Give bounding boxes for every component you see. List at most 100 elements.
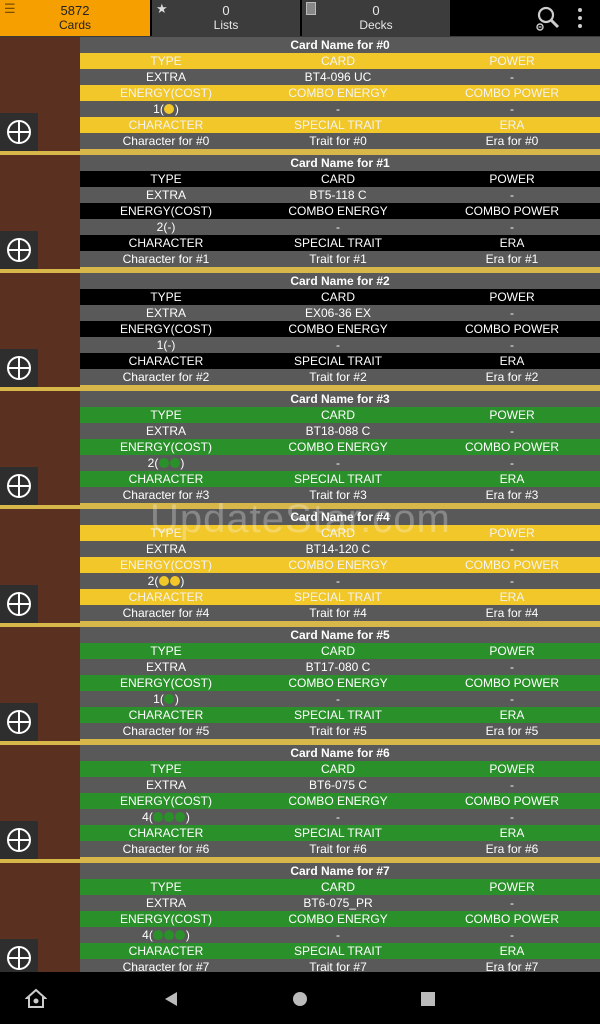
- card-list-item[interactable]: Card Name for #5 TYPE CARD POWER EXTRA BT17-0…: [0, 627, 600, 743]
- power-value: -: [510, 778, 514, 792]
- add-card-button[interactable]: [0, 467, 38, 505]
- tab-decks-label: Decks: [359, 18, 393, 32]
- card-list-item[interactable]: Card Name for #1 TYPE CARD POWER EXTRA BT5-11…: [0, 155, 600, 271]
- energy-cost: 4(: [142, 810, 153, 824]
- card-list-item[interactable]: Card Name for #7 TYPE CARD POWER EXTRA BT6-07…: [0, 863, 600, 972]
- energy-dot-icon: [153, 812, 164, 822]
- energy-header: ENERGY(COST): [119, 322, 212, 336]
- add-circle-icon: [7, 238, 31, 262]
- data-row-type: EXTRA BT4-096 UC -: [80, 69, 600, 85]
- era-value: Era for #5: [485, 724, 539, 738]
- card-list-item[interactable]: Card Name for #6 TYPE CARD POWER EXTRA BT6-07…: [0, 745, 600, 861]
- card-thumbnail[interactable]: [0, 155, 80, 269]
- decks-count: 0: [372, 3, 380, 18]
- add-circle-icon: [7, 120, 31, 144]
- card-list-item[interactable]: Card Name for #2 TYPE CARD POWER EXTRA EX06-3…: [0, 273, 600, 389]
- header-row-type: TYPE CARD POWER: [80, 879, 600, 895]
- special-trait-header: SPECIAL TRAIT: [293, 236, 383, 250]
- type-header: TYPE: [150, 54, 182, 68]
- home-circle-icon[interactable]: [289, 988, 311, 1010]
- card-thumbnail[interactable]: [0, 391, 80, 505]
- data-row-energy: 4() - -: [80, 927, 600, 943]
- data-row-character: Character for #7 Trait for #7 Era for #7: [80, 959, 600, 972]
- lists-count: 0: [222, 3, 230, 18]
- card-list-item[interactable]: Card Name for #3 TYPE CARD POWER EXTRA BT18-0…: [0, 391, 600, 507]
- combo-energy-header: COMBO ENERGY: [288, 322, 388, 336]
- combo-energy-header: COMBO ENERGY: [288, 86, 388, 100]
- card-name: Card Name for #5: [80, 627, 600, 643]
- era-value: Era for #1: [485, 252, 539, 266]
- add-card-button[interactable]: [0, 113, 38, 151]
- era-header: ERA: [499, 944, 525, 958]
- combo-power-header: COMBO POWER: [464, 912, 559, 926]
- combo-energy-value: -: [336, 810, 340, 824]
- card-thumbnail[interactable]: [0, 273, 80, 387]
- card-thumbnail[interactable]: [0, 37, 80, 151]
- card-name: Card Name for #4: [80, 509, 600, 525]
- add-card-button[interactable]: [0, 349, 38, 387]
- combo-energy-header: COMBO ENERGY: [288, 558, 388, 572]
- hamburger-icon[interactable]: ☰: [4, 2, 16, 15]
- card-thumbnail[interactable]: [0, 745, 80, 859]
- header-row-character: CHARACTER SPECIAL TRAIT ERA: [80, 471, 600, 487]
- combo-energy-header: COMBO ENERGY: [288, 794, 388, 808]
- character-header: CHARACTER: [128, 708, 204, 722]
- era-value: Era for #7: [485, 960, 539, 972]
- era-header: ERA: [499, 472, 525, 486]
- card-thumbnail[interactable]: [0, 627, 80, 741]
- type-value: EXTRA: [145, 542, 186, 556]
- energy-cost: 4(: [142, 928, 153, 942]
- add-card-button[interactable]: [0, 585, 38, 623]
- type-value: EXTRA: [145, 660, 186, 674]
- add-card-button[interactable]: [0, 939, 38, 972]
- recents-icon[interactable]: [417, 988, 439, 1010]
- special-trait-header: SPECIAL TRAIT: [293, 944, 383, 958]
- add-circle-icon: [7, 828, 31, 852]
- add-card-button[interactable]: [0, 821, 38, 859]
- add-card-button[interactable]: [0, 703, 38, 741]
- type-value: EXTRA: [145, 424, 186, 438]
- top-tab-bar: ☰ 5872 Cards ★ 0 Lists 0 Decks: [0, 0, 600, 36]
- energy-header: ENERGY(COST): [119, 440, 212, 454]
- card-thumbnail[interactable]: [0, 863, 80, 972]
- home-icon[interactable]: [24, 986, 48, 1010]
- card-list[interactable]: Card Name for #0 TYPE CARD POWER EXTRA BT4-09…: [0, 37, 600, 972]
- data-row-type: EXTRA BT17-080 C -: [80, 659, 600, 675]
- tab-cards[interactable]: ☰ 5872 Cards: [0, 0, 150, 36]
- special-trait-header: SPECIAL TRAIT: [293, 472, 383, 486]
- header-row-type: TYPE CARD POWER: [80, 289, 600, 305]
- trait-value: Trait for #4: [309, 606, 367, 620]
- search-button[interactable]: [528, 0, 568, 36]
- power-value: -: [510, 424, 514, 438]
- card-thumbnail[interactable]: [0, 509, 80, 623]
- data-row-energy: 1(-) - -: [80, 337, 600, 353]
- card-name: Card Name for #3: [80, 391, 600, 407]
- combo-energy-header: COMBO ENERGY: [288, 676, 388, 690]
- power-value: -: [510, 188, 514, 202]
- energy-value: 2(): [80, 455, 252, 471]
- data-row-energy: 2() - -: [80, 573, 600, 589]
- header-row-character: CHARACTER SPECIAL TRAIT ERA: [80, 117, 600, 133]
- combo-energy-value: -: [336, 456, 340, 470]
- era-value: Era for #0: [485, 134, 539, 148]
- add-card-button[interactable]: [0, 231, 38, 269]
- tab-lists[interactable]: ★ 0 Lists: [150, 0, 300, 36]
- card-list-item[interactable]: Card Name for #4 TYPE CARD POWER EXTRA BT14-1…: [0, 509, 600, 625]
- trait-value: Trait for #5: [309, 724, 367, 738]
- more-vert-icon[interactable]: [568, 0, 592, 36]
- power-value: -: [510, 542, 514, 556]
- card-info: Card Name for #1 TYPE CARD POWER EXTRA BT5-11…: [80, 155, 600, 269]
- add-circle-icon: [7, 592, 31, 616]
- energy-close: ): [171, 338, 176, 352]
- combo-power-header: COMBO POWER: [464, 86, 559, 100]
- energy-value: 2(): [80, 573, 252, 589]
- card-list-item[interactable]: Card Name for #0 TYPE CARD POWER EXTRA BT4-09…: [0, 37, 600, 153]
- era-header: ERA: [499, 708, 525, 722]
- tab-decks[interactable]: 0 Decks: [300, 0, 450, 36]
- back-icon[interactable]: [160, 988, 182, 1010]
- character-header: CHARACTER: [128, 944, 204, 958]
- character-value: Character for #1: [122, 252, 210, 266]
- energy-header: ENERGY(COST): [119, 794, 212, 808]
- combo-power-value: -: [510, 810, 514, 824]
- header-row-type: TYPE CARD POWER: [80, 525, 600, 541]
